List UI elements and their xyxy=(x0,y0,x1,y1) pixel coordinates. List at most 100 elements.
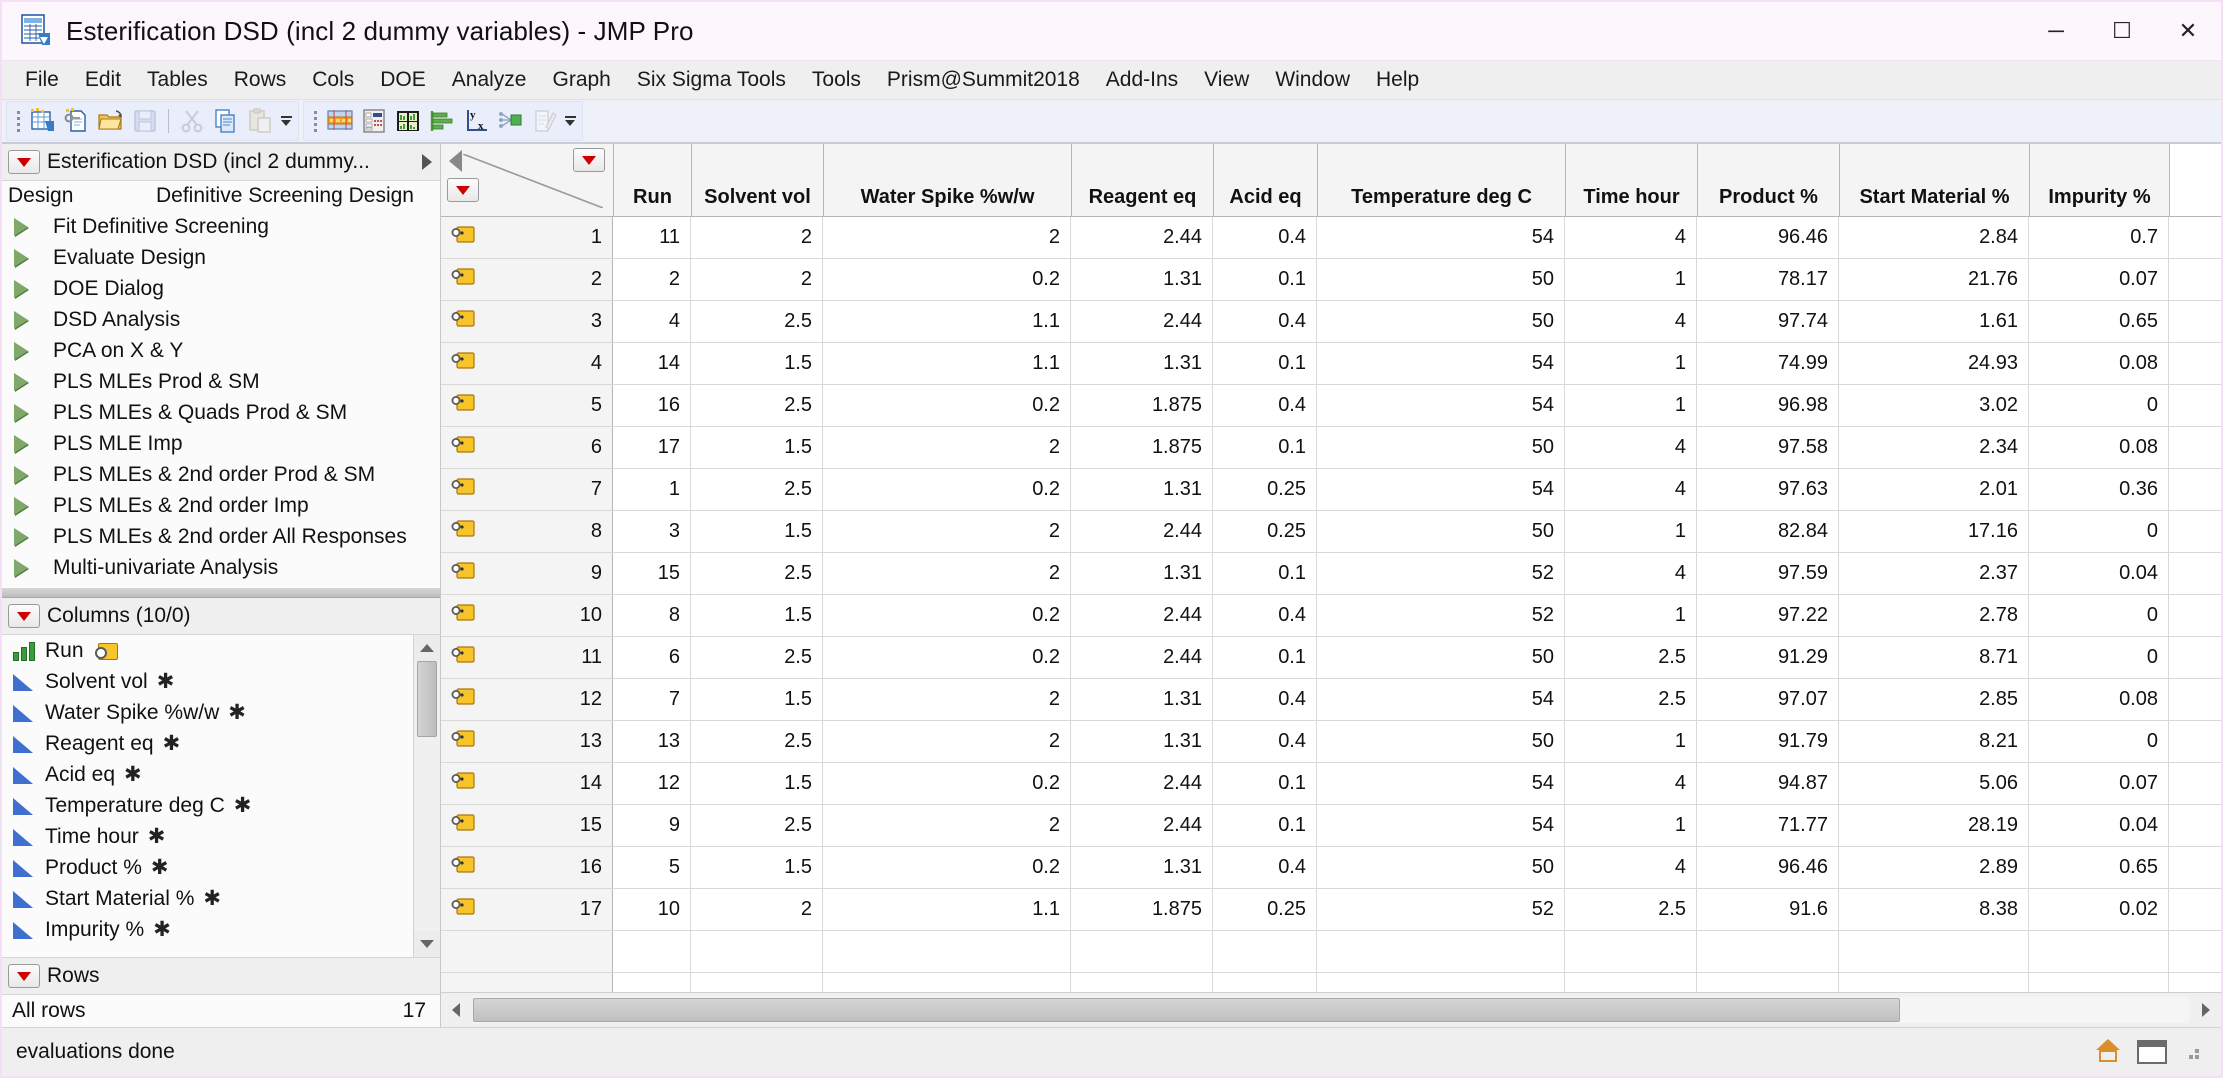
row-header[interactable]: 17 xyxy=(441,889,613,930)
cell-impurity[interactable]: 0.08 xyxy=(2029,679,2169,720)
table-row[interactable]: 17 10 2 1.1 1.875 0.25 52 2.5 91.6 8.38 0.02 xyxy=(441,889,2221,931)
cell-water-spike-w-w[interactable]: 2 xyxy=(823,511,1071,552)
run-script-triangle-icon[interactable] xyxy=(14,248,42,267)
cell-start-material[interactable]: 17.16 xyxy=(1839,511,2029,552)
minimize-button[interactable]: ─ xyxy=(2023,2,2089,60)
resize-grip-icon[interactable] xyxy=(2181,1041,2203,1063)
cell-impurity[interactable]: 0.07 xyxy=(2029,259,2169,300)
cell-water-spike-w-w[interactable]: 2 xyxy=(823,805,1071,846)
column-item-impurity-pct[interactable]: Impurity % ✱ xyxy=(2,914,440,945)
cell-solvent-vol[interactable]: 2.5 xyxy=(691,553,823,594)
cell-temperature-deg-c[interactable]: 50 xyxy=(1317,301,1565,342)
column-header-temperature[interactable]: Temperature deg C xyxy=(1318,144,1566,216)
cell-product[interactable]: 96.98 xyxy=(1697,385,1839,426)
run-script-triangle-icon[interactable] xyxy=(14,558,42,577)
cell-solvent-vol[interactable]: 2.5 xyxy=(691,385,823,426)
cell-start-material[interactable]: 8.71 xyxy=(1839,637,2029,678)
table-red-triangle-menu-icon[interactable] xyxy=(8,150,40,174)
table-row[interactable]: 5 16 2.5 0.2 1.875 0.4 54 1 96.98 3.02 0 xyxy=(441,385,2221,427)
cell-run[interactable]: 7 xyxy=(613,679,691,720)
columns-vertical-scrollbar[interactable] xyxy=(413,635,440,957)
cell-run[interactable]: 1 xyxy=(613,469,691,510)
cell-start-material[interactable]: 2.34 xyxy=(1839,427,2029,468)
run-script-triangle-icon[interactable] xyxy=(14,217,42,236)
maximize-button[interactable]: ☐ xyxy=(2089,2,2155,60)
table-row[interactable]: 9 15 2.5 2 1.31 0.1 52 4 97.59 2.37 0.04 xyxy=(441,553,2221,595)
cell-start-material[interactable]: 2.85 xyxy=(1839,679,2029,720)
report-icon[interactable] xyxy=(357,104,391,138)
row-header[interactable]: 14 xyxy=(441,763,613,804)
cell-time-hour[interactable]: 2.5 xyxy=(1565,679,1697,720)
cell-run[interactable]: 2 xyxy=(613,259,691,300)
cell-acid-eq[interactable]: 0.4 xyxy=(1213,847,1317,888)
column-header-reagent-eq[interactable]: Reagent eq xyxy=(1072,144,1214,216)
cell-water-spike-w-w[interactable]: 0.2 xyxy=(823,595,1071,636)
cell-time-hour[interactable]: 4 xyxy=(1565,217,1697,258)
cell-acid-eq[interactable]: 0.1 xyxy=(1213,637,1317,678)
script-doe-dialog[interactable]: DOE Dialog xyxy=(2,273,440,304)
cell-temperature-deg-c[interactable]: 54 xyxy=(1317,805,1565,846)
cell-temperature-deg-c[interactable]: 52 xyxy=(1317,553,1565,594)
cell-time-hour[interactable]: 1 xyxy=(1565,259,1697,300)
row-state-marker-icon[interactable] xyxy=(451,812,477,839)
cell-time-hour[interactable]: 1 xyxy=(1565,511,1697,552)
row-state-marker-icon[interactable] xyxy=(451,854,477,881)
row-state-marker-icon[interactable] xyxy=(451,770,477,797)
cell-temperature-deg-c[interactable]: 54 xyxy=(1317,385,1565,426)
table-row[interactable]: 6 17 1.5 2 1.875 0.1 50 4 97.58 2.34 0.08 xyxy=(441,427,2221,469)
cell-product[interactable]: 91.6 xyxy=(1697,889,1839,930)
cell-time-hour[interactable]: 1 xyxy=(1565,343,1697,384)
table-row[interactable]: 4 14 1.5 1.1 1.31 0.1 54 1 74.99 24.93 0.08 xyxy=(441,343,2221,385)
run-script-triangle-icon[interactable] xyxy=(14,279,42,298)
cell-impurity[interactable]: 0.07 xyxy=(2029,763,2169,804)
column-item-run[interactable]: Run xyxy=(2,635,440,666)
menu-edit[interactable]: Edit xyxy=(72,64,134,96)
row-header[interactable]: 12 xyxy=(441,679,613,720)
cell-water-spike-w-w[interactable]: 2 xyxy=(823,679,1071,720)
cell-product[interactable]: 97.22 xyxy=(1697,595,1839,636)
cell-water-spike-w-w[interactable]: 0.2 xyxy=(823,847,1071,888)
script-pls-mles-2nd-order-imp[interactable]: PLS MLEs & 2nd order Imp xyxy=(2,490,440,521)
paste-icon[interactable] xyxy=(243,104,277,138)
menu-window[interactable]: Window xyxy=(1262,64,1363,96)
row-header[interactable]: 6 xyxy=(441,427,613,468)
column-header-start-material[interactable]: Start Material % xyxy=(1840,144,2030,216)
column-item-time-hour[interactable]: Time hour ✱ xyxy=(2,821,440,852)
cell-temperature-deg-c[interactable]: 50 xyxy=(1317,637,1565,678)
script-pls-mles-2nd-order-prod-sm[interactable]: PLS MLEs & 2nd order Prod & SM xyxy=(2,459,440,490)
column-item-temperature-deg-c[interactable]: Temperature deg C ✱ xyxy=(2,790,440,821)
scroll-right-button[interactable] xyxy=(2191,1003,2221,1017)
cell-start-material[interactable]: 21.76 xyxy=(1839,259,2029,300)
menu-prism-summit2018[interactable]: Prism@Summit2018 xyxy=(874,64,1093,96)
cell-reagent-eq[interactable]: 1.31 xyxy=(1071,259,1213,300)
cell-time-hour[interactable]: 4 xyxy=(1565,469,1697,510)
cell-start-material[interactable]: 24.93 xyxy=(1839,343,2029,384)
cell-reagent-eq[interactable]: 2.44 xyxy=(1071,637,1213,678)
column-header-time-hour[interactable]: Time hour xyxy=(1566,144,1698,216)
menu-file[interactable]: File xyxy=(12,64,72,96)
cell-start-material[interactable]: 5.06 xyxy=(1839,763,2029,804)
menu-help[interactable]: Help xyxy=(1363,64,1432,96)
rows-panel-header[interactable]: Rows xyxy=(2,957,440,995)
cell-impurity[interactable]: 0.08 xyxy=(2029,343,2169,384)
cell-reagent-eq[interactable]: 2.44 xyxy=(1071,595,1213,636)
cell-acid-eq[interactable]: 0.1 xyxy=(1213,343,1317,384)
cell-product[interactable]: 96.46 xyxy=(1697,217,1839,258)
cell-temperature-deg-c[interactable]: 50 xyxy=(1317,427,1565,468)
column-header-water-spike[interactable]: Water Spike %w/w xyxy=(824,144,1072,216)
cell-solvent-vol[interactable]: 2.5 xyxy=(691,301,823,342)
cell-start-material[interactable]: 8.38 xyxy=(1839,889,2029,930)
new-script-icon[interactable] xyxy=(60,104,94,138)
cell-reagent-eq[interactable]: 1.31 xyxy=(1071,469,1213,510)
data-table-icon[interactable] xyxy=(323,104,357,138)
cell-time-hour[interactable]: 1 xyxy=(1565,721,1697,762)
cell-run[interactable]: 15 xyxy=(613,553,691,594)
cell-reagent-eq[interactable]: 2.44 xyxy=(1071,763,1213,804)
run-script-triangle-icon[interactable] xyxy=(14,372,42,391)
row-header[interactable]: 1 xyxy=(441,217,613,258)
cell-product[interactable]: 71.77 xyxy=(1697,805,1839,846)
column-item-solvent-vol[interactable]: Solvent vol ✱ xyxy=(2,666,440,697)
cell-temperature-deg-c[interactable]: 54 xyxy=(1317,217,1565,258)
cell-reagent-eq[interactable]: 1.31 xyxy=(1071,679,1213,720)
column-header-acid-eq[interactable]: Acid eq xyxy=(1214,144,1318,216)
